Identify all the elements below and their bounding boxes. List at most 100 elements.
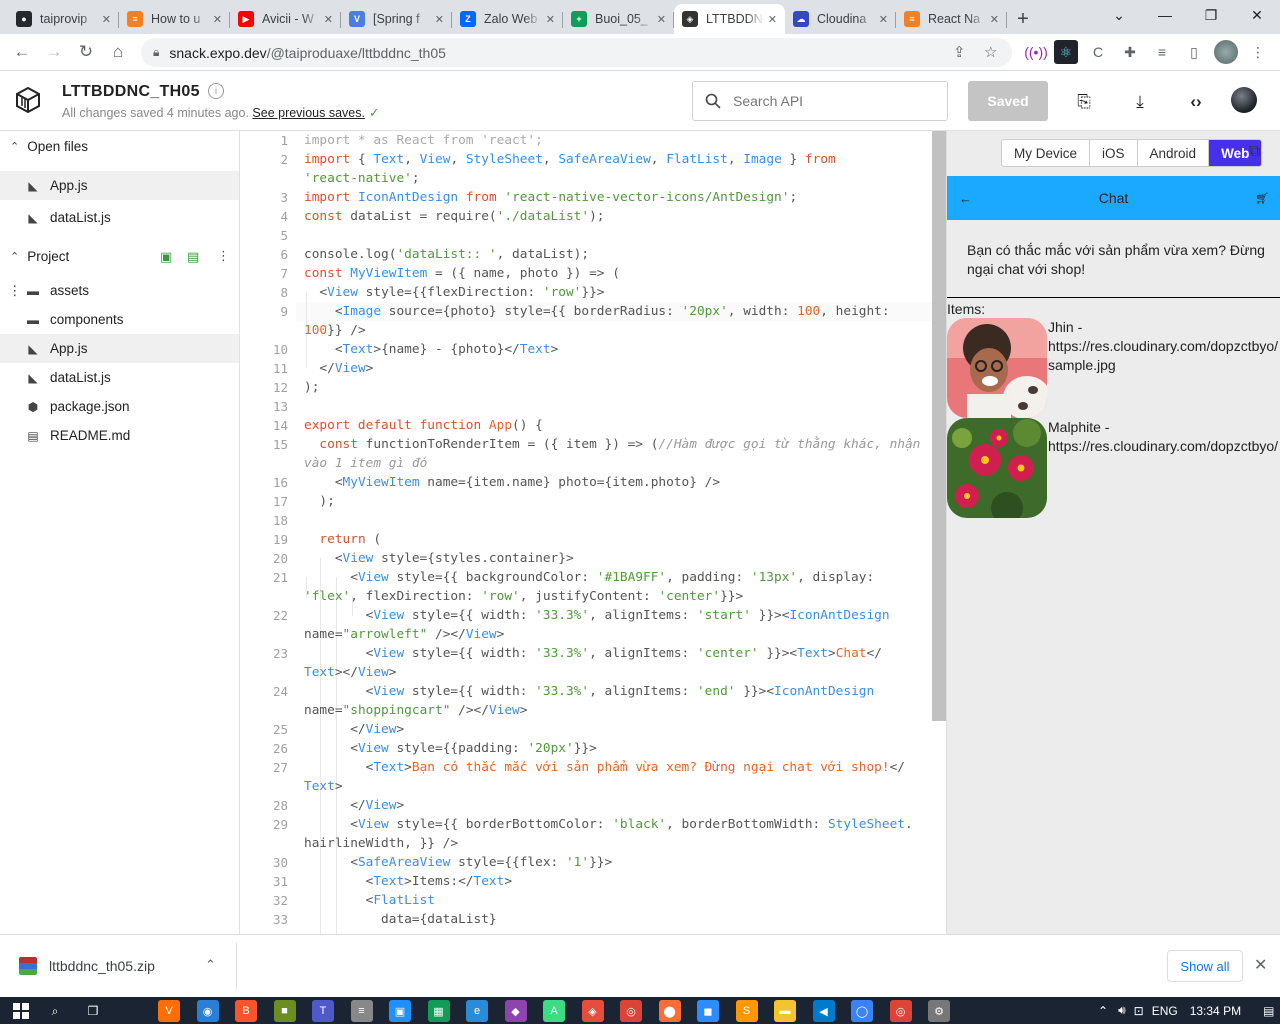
code-editor[interactable]: 1 2 3 4 5 6 7 8 9 10 11 12 13 14 15 16 17 18 19 20 21 22 23 24 2… bbox=[240, 131, 946, 934]
open-files-header[interactable]: ⌃ Open files bbox=[0, 131, 240, 161]
platform-tab-ios[interactable]: iOS bbox=[1090, 140, 1138, 166]
network-icon[interactable]: ⊡ bbox=[1134, 1004, 1144, 1018]
open-device-icon[interactable]: ⎘ bbox=[1073, 91, 1095, 113]
close-window-button[interactable]: ✕ bbox=[1234, 0, 1280, 30]
teams-icon[interactable]: T bbox=[312, 1000, 334, 1022]
close-tab-icon[interactable]: ✕ bbox=[657, 13, 666, 26]
app-icon[interactable]: ◆ bbox=[504, 1000, 527, 1022]
browser-tab[interactable]: ≡ React Na ✕ bbox=[896, 4, 1007, 34]
minecraft-icon[interactable]: ■ bbox=[273, 1000, 296, 1022]
browser-tab[interactable]: ◈ LTTBDDN ✕ bbox=[674, 4, 785, 34]
save-button[interactable]: Saved bbox=[968, 81, 1048, 121]
browser-menu-icon[interactable]: ⋮ bbox=[1246, 40, 1270, 64]
platform-tab-android[interactable]: Android bbox=[1138, 140, 1210, 166]
podcast-extension-icon[interactable]: ((•)) bbox=[1024, 40, 1048, 64]
extensions-puzzle-icon[interactable]: ✚ bbox=[1118, 40, 1142, 64]
close-tab-icon[interactable]: ✕ bbox=[546, 13, 555, 26]
volume-icon[interactable]: 🔊︎ bbox=[1118, 1003, 1126, 1018]
back-button[interactable]: ← bbox=[6, 36, 38, 68]
shopping-cart-icon[interactable]: 🛒︎ bbox=[1255, 192, 1269, 205]
project-item-app-js[interactable]: ◣ App.js bbox=[0, 334, 239, 363]
close-icon[interactable]: ✕ bbox=[1254, 955, 1267, 975]
browser-tab[interactable]: ≡ How to u ✕ bbox=[119, 4, 230, 34]
side-panel-icon[interactable]: ▯ bbox=[1182, 40, 1206, 64]
platform-tab-my-device[interactable]: My Device bbox=[1002, 140, 1091, 166]
close-tab-icon[interactable]: ✕ bbox=[990, 13, 999, 26]
maximize-button[interactable]: ❐ bbox=[1188, 0, 1234, 30]
app-icon[interactable]: ◯ bbox=[851, 1000, 873, 1022]
database-icon[interactable]: ≡ bbox=[350, 1000, 373, 1022]
browser-tab[interactable]: ☁ Cloudina ✕ bbox=[785, 4, 896, 34]
browser-tab[interactable]: ● taiprovip ✕ bbox=[8, 4, 119, 34]
browser-tab[interactable]: Z Zalo Web ✕ bbox=[452, 4, 563, 34]
react-devtools-icon[interactable]: ⚛ bbox=[1054, 40, 1078, 64]
show-all-button[interactable]: Show all bbox=[1167, 950, 1243, 982]
reload-button[interactable]: ↻ bbox=[70, 36, 102, 68]
project-item-package-json[interactable]: ⬢ package.json bbox=[0, 392, 239, 421]
new-tab-button[interactable]: + bbox=[1007, 4, 1039, 34]
user-avatar[interactable] bbox=[1231, 87, 1257, 113]
previous-saves-link[interactable]: See previous saves. bbox=[252, 106, 365, 120]
new-file-icon[interactable]: ▣ bbox=[160, 249, 172, 265]
snack-logo-icon[interactable] bbox=[14, 86, 42, 114]
bookmark-star-icon[interactable]: ☆ bbox=[984, 43, 997, 61]
item-menu-icon[interactable]: ⋮ bbox=[8, 283, 22, 299]
search-icon[interactable]: ⌕ bbox=[44, 1000, 66, 1022]
tab-search-icon[interactable]: ⌄ bbox=[1096, 0, 1142, 30]
sublime-icon[interactable]: S bbox=[735, 1000, 758, 1022]
app-icon[interactable]: ◈ bbox=[581, 1000, 604, 1022]
project-item-datalist-js[interactable]: ◣ dataList.js bbox=[0, 363, 239, 392]
project-item-readme-md[interactable]: ▤ README.md bbox=[0, 421, 239, 450]
forward-button[interactable]: → bbox=[38, 36, 70, 68]
project-menu-icon[interactable]: ⋮ bbox=[217, 248, 230, 264]
project-item-assets[interactable]: ▬ assets ⋮ bbox=[0, 276, 239, 305]
clock[interactable]: 13:34 PM bbox=[1190, 1004, 1241, 1018]
editor-scrollbar[interactable] bbox=[932, 131, 946, 721]
arrow-left-icon[interactable]: ← bbox=[959, 191, 972, 206]
home-button[interactable]: ⌂ bbox=[102, 36, 134, 68]
chrome-active-icon[interactable]: ◎ bbox=[889, 1000, 912, 1022]
windows-start-icon[interactable] bbox=[10, 1000, 32, 1022]
reading-list-icon[interactable]: ≡ bbox=[1150, 40, 1174, 64]
chevron-up-icon[interactable]: ⌃ bbox=[1098, 1004, 1108, 1018]
close-tab-icon[interactable]: ✕ bbox=[324, 13, 333, 26]
profile-avatar[interactable] bbox=[1214, 40, 1238, 64]
download-filename[interactable]: lttbddnc_th05.zip bbox=[49, 958, 155, 974]
extension-c-icon[interactable]: C bbox=[1086, 40, 1110, 64]
minimize-button[interactable]: — bbox=[1142, 0, 1188, 30]
close-tab-icon[interactable]: ✕ bbox=[213, 13, 222, 26]
project-item-components[interactable]: ▬ components bbox=[0, 305, 239, 334]
task-view-icon[interactable]: ❐ bbox=[82, 1000, 104, 1022]
new-folder-icon[interactable]: ▤ bbox=[187, 249, 199, 265]
zalo-app-icon[interactable]: V bbox=[158, 1000, 180, 1022]
file-explorer-icon[interactable]: ▬ bbox=[774, 1000, 796, 1022]
sheets-icon[interactable]: ▦ bbox=[427, 1000, 450, 1022]
search-api-input[interactable]: Search API bbox=[692, 81, 948, 121]
download-icon[interactable]: ⤓ bbox=[1129, 91, 1151, 113]
share-icon[interactable]: ⇪ bbox=[953, 43, 966, 61]
chrome-remote-icon[interactable]: ◉ bbox=[196, 1000, 219, 1022]
chrome-icon[interactable]: ◎ bbox=[620, 1000, 642, 1022]
open-file-app-js[interactable]: ◣ App.js bbox=[0, 171, 239, 200]
browser-tab[interactable]: + Buoi_05_ ✕ bbox=[563, 4, 674, 34]
browser-tab[interactable]: ▶ Avicii - W ✕ bbox=[230, 4, 341, 34]
browser-tab[interactable]: V [Spring f ✕ bbox=[341, 4, 452, 34]
settings-icon[interactable]: ⚙ bbox=[928, 1000, 950, 1022]
brave-icon[interactable]: B bbox=[235, 1000, 257, 1022]
zoom-icon[interactable]: ◼ bbox=[697, 1000, 719, 1022]
language-icon[interactable]: ENG bbox=[1152, 1004, 1178, 1018]
close-tab-icon[interactable]: ✕ bbox=[435, 13, 444, 26]
address-bar[interactable]: 🔒︎ snack.expo.dev/@taiproduaxe/lttbddnc_… bbox=[141, 38, 1012, 67]
android-studio-icon[interactable]: A bbox=[543, 1000, 565, 1022]
info-icon[interactable]: i bbox=[208, 83, 224, 99]
chevron-up-icon[interactable]: ⌃ bbox=[205, 957, 216, 973]
popout-icon[interactable]: ⧉ bbox=[1249, 143, 1260, 161]
close-tab-icon[interactable]: ✕ bbox=[768, 13, 777, 26]
embed-code-icon[interactable]: ‹› bbox=[1185, 91, 1207, 113]
close-tab-icon[interactable]: ✕ bbox=[879, 13, 888, 26]
app-icon[interactable]: ▣ bbox=[389, 1000, 411, 1022]
postman-icon[interactable]: ⬤ bbox=[658, 1000, 681, 1022]
project-name[interactable]: LTTBDDNC_TH05 bbox=[62, 83, 200, 101]
edge-icon[interactable]: e bbox=[466, 1000, 488, 1022]
project-header[interactable]: ⌃ Project bbox=[0, 241, 240, 271]
